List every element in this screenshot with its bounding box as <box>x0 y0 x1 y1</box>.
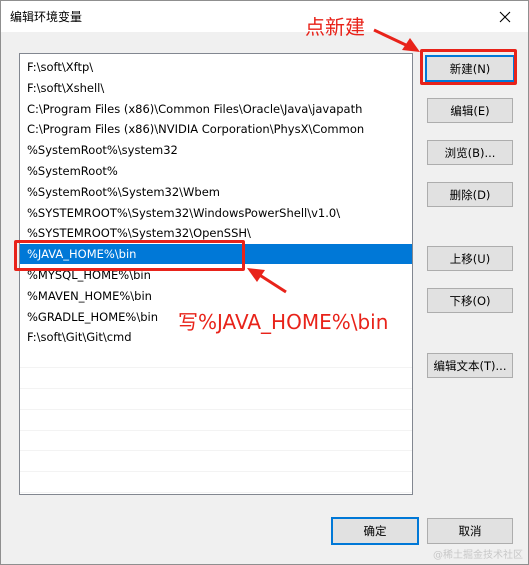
annotation-arrows <box>247 28 420 294</box>
watermark: @稀土掘金技术社区 <box>433 550 523 561</box>
arrow-to-new-button <box>373 28 420 52</box>
arrow-to-java-home <box>247 268 287 294</box>
